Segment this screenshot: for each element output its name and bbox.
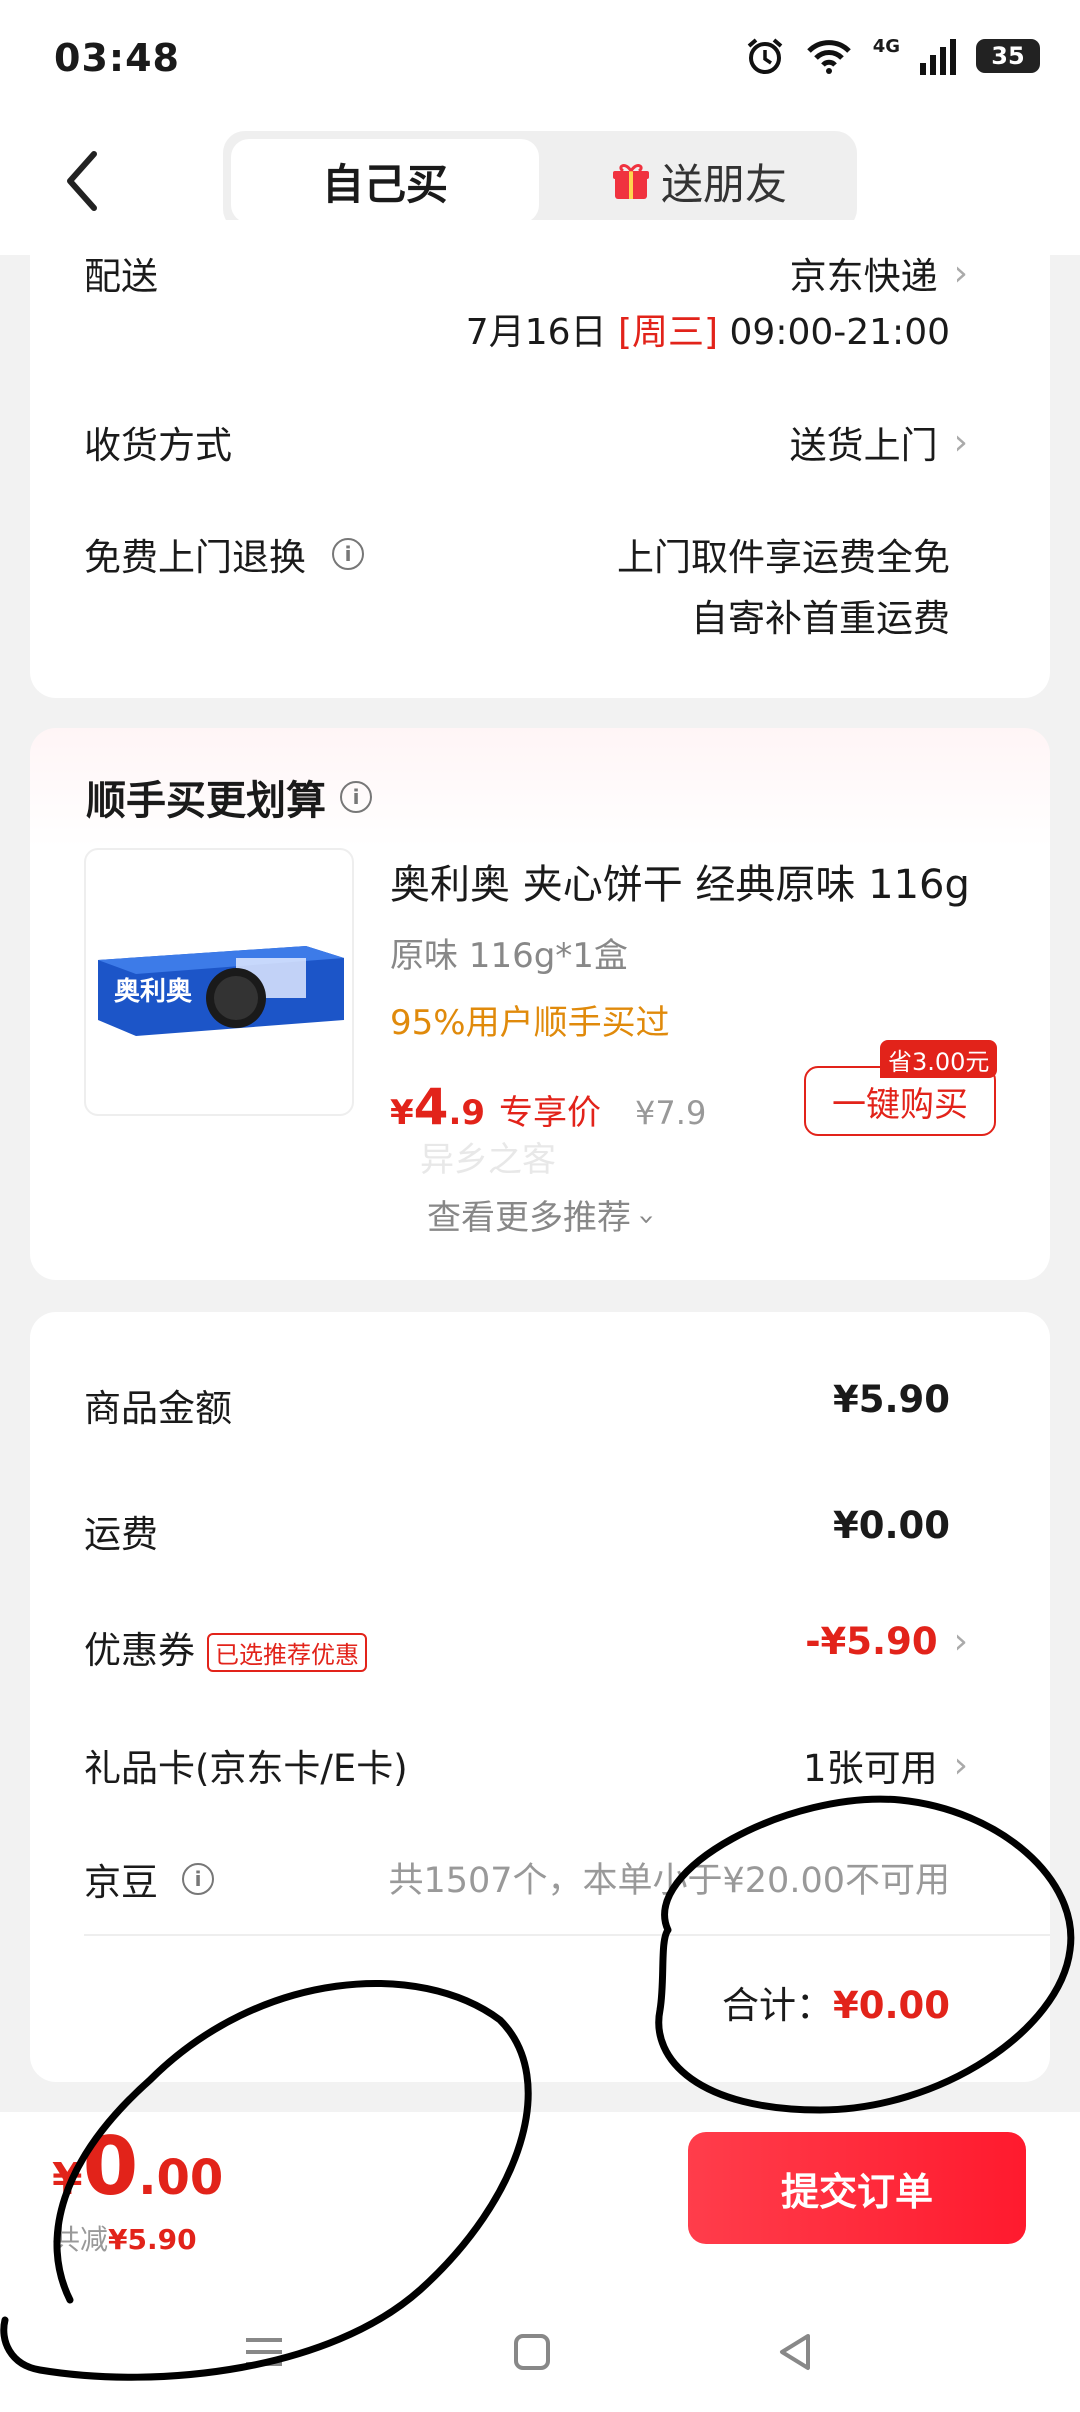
back-button[interactable] [58, 148, 108, 214]
save-badge: 省3.00元 [880, 1040, 998, 1078]
delivery-weekday: [周三] [617, 312, 719, 353]
tab-gift-label: 送朋友 [660, 159, 787, 209]
info-icon[interactable]: i [332, 538, 364, 570]
coupon-row[interactable]: -¥5.90 › [805, 1620, 968, 1663]
product-buyers-tag: 95%用户顺手买过 [390, 1003, 670, 1043]
free-return-line2: 自寄补首重运费 [691, 597, 950, 640]
saved-amount: 共减¥5.90 [52, 2223, 197, 2256]
coupon-label: 优惠券 [84, 1629, 195, 1672]
status-time: 03:48 [54, 36, 180, 80]
giftcard-row[interactable]: 1张可用 › [803, 1738, 968, 1792]
product-image[interactable]: 奥利奥 [84, 848, 354, 1116]
chevron-down-icon: › [630, 1213, 664, 1226]
gift-icon [612, 164, 649, 199]
menu-nav-icon[interactable] [234, 2322, 294, 2382]
network-4g-label: 4G [872, 35, 900, 57]
chevron-right-icon: › [953, 252, 968, 294]
home-nav-icon[interactable] [502, 2322, 562, 2382]
total-value: ¥0.00 [832, 1984, 950, 2027]
delivery-carrier-row[interactable]: 京东快递 › [790, 246, 968, 300]
wifi-icon [806, 40, 851, 74]
delivery-time[interactable]: 7月16日 [周三] 09:00-21:00 [466, 303, 950, 355]
coupon-value: -¥5.90 [805, 1620, 938, 1663]
tab-gift-friend[interactable]: 送朋友 [548, 139, 850, 223]
giftcard-value: 1张可用 [803, 1747, 938, 1790]
goods-amount-label: 商品金额 [84, 1387, 232, 1430]
more-recommend-label: 查看更多推荐 [426, 1198, 631, 1238]
free-return-line1: 上门取件享运费全免 [617, 536, 950, 579]
alarm-icon [747, 38, 782, 74]
submit-order-button[interactable]: 提交订单 [688, 2132, 1026, 2244]
shipping-value: ¥0.00 [832, 1504, 950, 1547]
total-label: 合计： [721, 1984, 833, 2027]
status-icons: 4G 35 [745, 36, 1040, 76]
receive-method-label: 收货方式 [84, 424, 232, 467]
delivery-window: 09:00-21:00 [729, 312, 950, 353]
info-icon[interactable]: i [340, 781, 372, 813]
goods-amount-value: ¥5.90 [832, 1378, 950, 1421]
recommend-title-row: 顺手买更划算 i [86, 768, 372, 826]
product-name[interactable]: 奥利奥 夹心饼干 经典原味 116g [390, 852, 970, 910]
coupon-label-row: 优惠券 已选推荐优惠 [84, 1620, 367, 1674]
more-recommend-link[interactable]: 查看更多推荐 › [0, 1190, 1080, 1239]
tab-self-buy[interactable]: 自己买 [231, 139, 539, 223]
chevron-right-icon: › [953, 1621, 968, 1662]
delivery-label: 配送 [84, 255, 158, 298]
receive-method-value: 送货上门 [789, 424, 938, 467]
delivery-date: 7月16日 [465, 312, 607, 353]
bean-label: 京豆 [84, 1861, 158, 1904]
watermark: 异乡之客 [420, 1140, 556, 1180]
cookie-box-image: 奥利奥 [98, 946, 344, 1036]
battery-level: 35 [991, 42, 1025, 70]
signal-icon [920, 39, 956, 75]
free-return-row: 免费上门退换 i [84, 527, 364, 581]
battery-icon: 35 [976, 39, 1040, 73]
shipping-label: 运费 [84, 1513, 158, 1556]
svg-text:奥利奥: 奥利奥 [114, 976, 193, 1007]
recommend-title: 顺手买更划算 [86, 778, 326, 824]
total-row: 合计：¥0.00 [722, 1975, 950, 2029]
info-icon[interactable]: i [182, 1863, 214, 1895]
coupon-tag: 已选推荐优惠 [207, 1633, 367, 1672]
product-price: ¥4.9 [390, 1078, 486, 1136]
product-spec: 原味 116g*1盒 [390, 936, 628, 976]
back-nav-icon[interactable] [766, 2322, 826, 2382]
divider [84, 1934, 1050, 1936]
chevron-right-icon: › [953, 1744, 968, 1786]
original-price: ¥7.9 [635, 1094, 707, 1132]
product-price-row: ¥4.9 专享价 ¥7.9 [390, 1078, 706, 1136]
free-return-label: 免费上门退换 [84, 536, 306, 579]
receive-method-row[interactable]: 送货上门 › [790, 415, 968, 469]
exclusive-price-tag: 专享价 [499, 1093, 602, 1133]
payable-price: ¥0.00 [52, 2120, 224, 2213]
chevron-right-icon: › [953, 421, 968, 463]
delivery-carrier: 京东快递 [789, 255, 938, 298]
bean-value: 共1507个，本单小于¥20.00不可用 [388, 1861, 950, 1901]
bean-row: 京豆 i [84, 1852, 214, 1906]
giftcard-label: 礼品卡(京东卡/E卡) [84, 1747, 408, 1790]
chevron-left-icon [67, 151, 97, 211]
